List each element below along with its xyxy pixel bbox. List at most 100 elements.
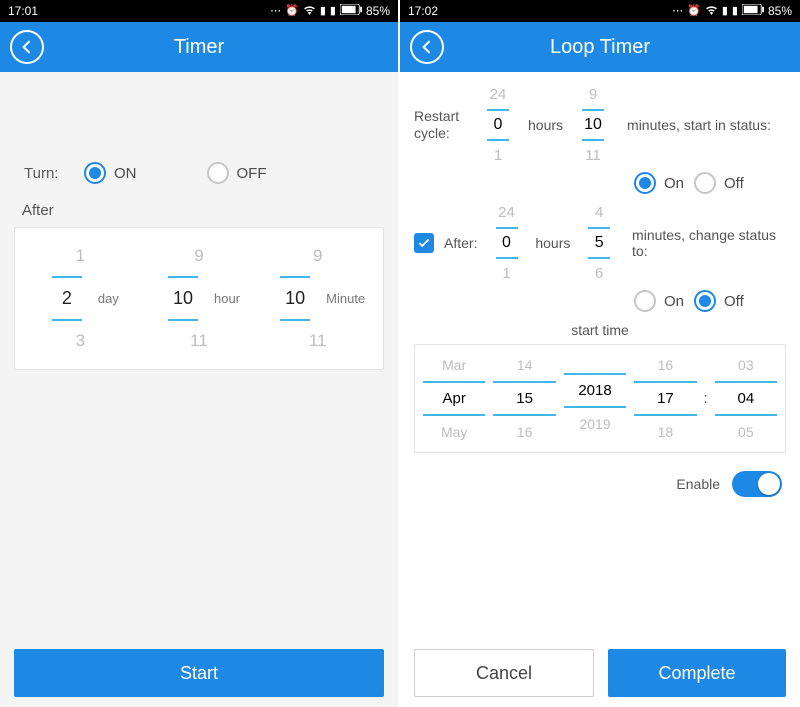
status-time: 17:01 <box>8 4 38 18</box>
dom-sel: 15 <box>493 381 555 416</box>
after-on-option[interactable]: On <box>634 290 684 312</box>
month-picker[interactable]: Mar Apr May <box>419 351 489 446</box>
restart-minutes-picker[interactable]: 9 10 11 <box>573 82 613 168</box>
minute-prev: 9 <box>258 238 377 274</box>
turn-on-option[interactable]: ON <box>84 162 137 184</box>
after-rest-label: minutes, change status to: <box>632 227 786 259</box>
day-picker[interactable]: 1 2 day 3 <box>21 238 140 359</box>
dom-prev: 14 <box>489 351 559 379</box>
after-off-label: Off <box>724 293 744 310</box>
turn-off-option[interactable]: OFF <box>207 162 267 184</box>
back-button[interactable] <box>10 30 44 64</box>
after-label: After <box>0 184 398 227</box>
duration-picker[interactable]: 1 2 day 3 9 10hour 11 9 10Minute 11 <box>14 227 384 370</box>
chevron-left-icon <box>19 39 35 55</box>
status-battery: 85% <box>768 4 792 18</box>
restart-min-sel: 10 <box>582 109 604 141</box>
radio-on[interactable] <box>84 162 106 184</box>
dt-minute-picker[interactable]: 03 04 05 <box>711 351 781 446</box>
dom-next: 16 <box>489 418 559 446</box>
day-unit: day <box>98 291 119 306</box>
signal1-icon: ▮ <box>320 6 326 17</box>
after-off-option[interactable]: Off <box>694 290 744 312</box>
restart-off-option[interactable]: Off <box>694 172 744 194</box>
year-picker[interactable]: 2018 2019 <box>560 359 630 438</box>
radio-off[interactable] <box>694 172 716 194</box>
restart-hours-next: 1 <box>478 143 518 168</box>
month-sel: Apr <box>423 381 485 416</box>
after-hours-sel: 0 <box>496 227 518 259</box>
radio-off[interactable] <box>207 162 229 184</box>
after-hours-word: hours <box>531 235 574 251</box>
after-row: After: 24 0 1 hours 4 5 6 minutes, chang… <box>414 200 786 286</box>
signal1-icon: ▮ <box>722 6 728 17</box>
alarm-icon: ⏰ <box>687 6 701 17</box>
year-next: 2019 <box>560 410 630 438</box>
hour-prev: 9 <box>140 238 259 274</box>
hour-picker[interactable]: 9 10hour 11 <box>140 238 259 359</box>
complete-button[interactable]: Complete <box>608 649 786 697</box>
minute-picker[interactable]: 9 10Minute 11 <box>258 238 377 359</box>
enable-switch[interactable] <box>732 471 782 497</box>
turn-on-label: ON <box>114 165 137 182</box>
after-hours-picker[interactable]: 24 0 1 <box>488 200 526 286</box>
radio-on[interactable] <box>634 290 656 312</box>
cancel-button[interactable]: Cancel <box>414 649 594 697</box>
after-min-next: 6 <box>580 261 618 286</box>
restart-on-option[interactable]: On <box>634 172 684 194</box>
status-bar: 17:02 ⋯ ⏰ ▮ ▮ 85% <box>400 0 800 22</box>
wifi-icon <box>705 5 718 18</box>
enable-row: Enable <box>414 471 786 497</box>
restart-min-prev: 9 <box>573 82 613 107</box>
turn-row: Turn: ON OFF <box>0 162 398 184</box>
dt-min-next: 05 <box>711 418 781 446</box>
wifi-icon <box>303 5 316 18</box>
restart-cycle-row: Restart cycle: 24 0 1 hours 9 10 11 minu… <box>414 82 786 168</box>
after-min-prev: 4 <box>580 200 618 225</box>
radio-on[interactable] <box>634 172 656 194</box>
after-checkbox[interactable] <box>414 233 434 253</box>
dt-hour-sel: 17 <box>634 381 696 416</box>
radio-off[interactable] <box>694 290 716 312</box>
dt-min-sel: 04 <box>715 381 777 416</box>
page-title: Timer <box>0 36 398 59</box>
dayofmonth-picker[interactable]: 14 15 16 <box>489 351 559 446</box>
restart-min-next: 11 <box>573 143 613 168</box>
time-colon: : <box>701 390 711 407</box>
datetime-picker[interactable]: Mar Apr May 14 15 16 2018 2019 16 17 <box>414 344 786 453</box>
day-prev: 1 <box>21 238 140 274</box>
restart-rest-label: minutes, start in status: <box>627 117 771 133</box>
day-next: 3 <box>21 323 140 359</box>
status-time: 17:02 <box>408 4 438 18</box>
year-prev <box>560 359 630 371</box>
start-time-label: start time <box>414 322 786 338</box>
restart-hours-sel: 0 <box>487 109 509 141</box>
restart-hours-word: hours <box>524 117 567 133</box>
minute-selected: 10 <box>280 276 310 321</box>
after-minutes-picker[interactable]: 4 5 6 <box>580 200 618 286</box>
hour-picker[interactable]: 16 17 18 <box>630 351 700 446</box>
day-selected: 2 <box>52 276 82 321</box>
after-on-label: On <box>664 293 684 310</box>
turn-label: Turn: <box>24 165 84 182</box>
minute-next: 11 <box>258 323 377 359</box>
back-button[interactable] <box>410 30 444 64</box>
chevron-left-icon <box>419 39 435 55</box>
restart-status-row: On Off <box>634 172 786 194</box>
phone-timer: 17:01 ⋯ ⏰ ▮ ▮ 85% Timer <box>0 0 400 707</box>
restart-off-label: Off <box>724 175 744 192</box>
alarm-icon: ⏰ <box>285 6 299 17</box>
restart-hours-picker[interactable]: 24 0 1 <box>478 82 518 168</box>
enable-label: Enable <box>676 476 720 492</box>
turn-off-label: OFF <box>237 165 267 182</box>
dt-hour-next: 18 <box>630 418 700 446</box>
restart-hours-prev: 24 <box>478 82 518 107</box>
start-button[interactable]: Start <box>14 649 384 697</box>
after-hours-prev: 24 <box>488 200 526 225</box>
switch-knob <box>758 473 780 495</box>
after-min-sel: 5 <box>588 227 610 259</box>
month-prev: Mar <box>419 351 489 379</box>
after-label: After: <box>444 235 482 251</box>
more-icon: ⋯ <box>672 6 683 17</box>
month-next: May <box>419 418 489 446</box>
